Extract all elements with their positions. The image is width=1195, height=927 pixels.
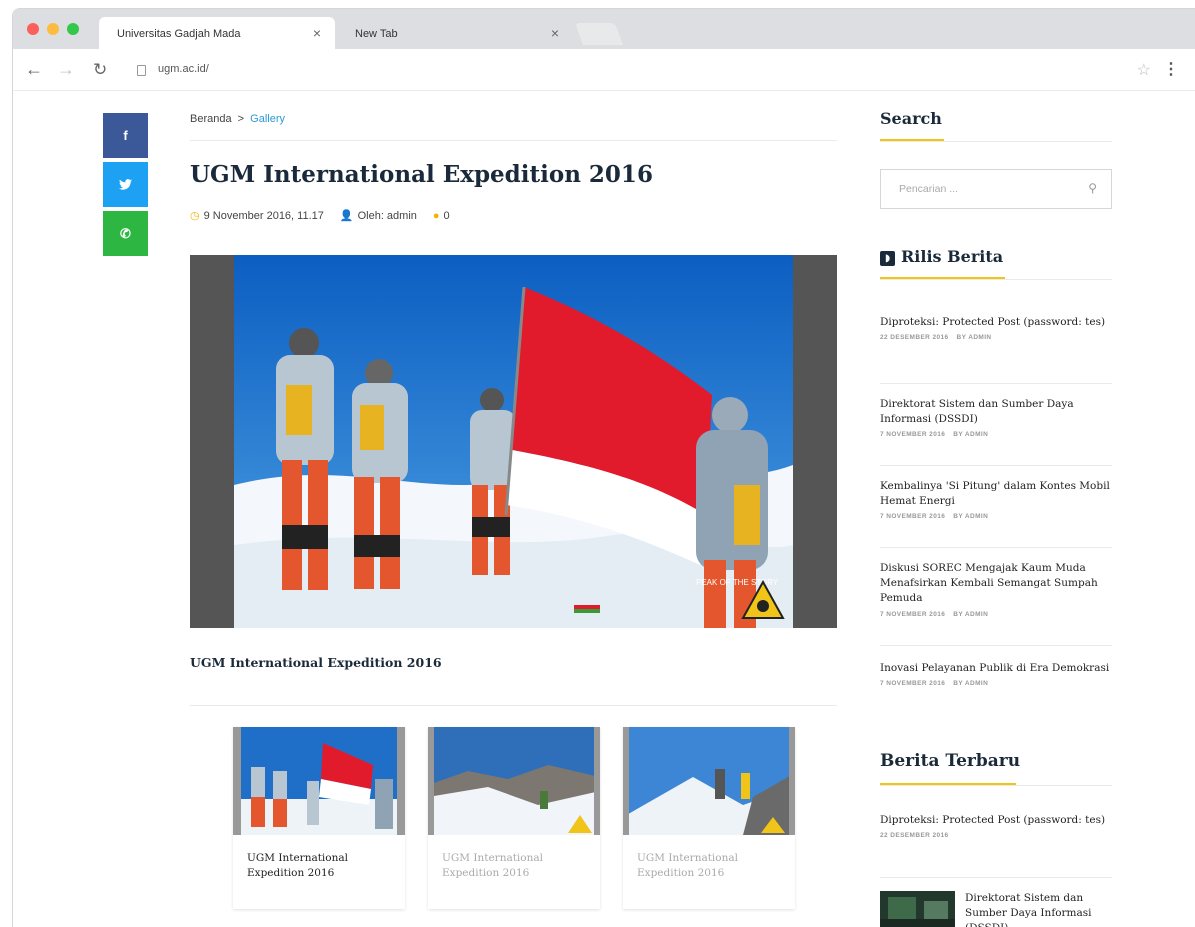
item-divider <box>880 383 1112 384</box>
browser-toolbar: ← → ↻ ugm.ac.id/ ☆ ⋮ <box>13 49 1195 91</box>
comments-meta: ● 0 <box>433 210 450 222</box>
item-divider <box>880 877 1112 878</box>
search-heading: Search <box>880 109 942 128</box>
maximize-window-button[interactable] <box>67 23 79 35</box>
article-author[interactable]: Oleh: admin <box>358 210 417 222</box>
twitter-icon <box>119 179 132 190</box>
thumbnail-image <box>623 727 795 835</box>
item-divider <box>880 465 1112 466</box>
author-meta: 👤 Oleh: admin <box>339 209 417 223</box>
thumbnail-caption: UGM International Expedition 2016 <box>247 852 348 880</box>
latest-title[interactable]: Diproteksi: Protected Post (password: te… <box>880 813 1112 828</box>
release-item[interactable]: Diproteksi: Protected Post (password: te… <box>880 315 1112 341</box>
expedition-photo-art: PEAK OF THE STORY <box>234 255 793 628</box>
release-title[interactable]: Kembalinya 'Si Pitung' dalam Kontes Mobi… <box>880 479 1112 509</box>
tab-title: New Tab <box>355 28 398 40</box>
search-input[interactable] <box>881 170 1081 208</box>
expedition-photo: PEAK OF THE STORY <box>234 255 793 628</box>
heading-divider <box>880 279 1112 280</box>
user-icon: 👤 <box>339 210 354 222</box>
heading-divider <box>880 141 1112 142</box>
forward-arrow-icon[interactable]: → <box>57 59 75 80</box>
tab-bar: Universitas Gadjah Mada × New Tab × <box>13 9 1195 49</box>
close-icon[interactable]: × <box>313 25 321 41</box>
caption-divider <box>190 705 837 706</box>
close-icon[interactable]: × <box>551 25 559 41</box>
release-meta: 7 NOVEMBER 2016 BY ADMIN <box>880 680 989 688</box>
breadcrumb: Beranda > Gallery <box>190 113 285 125</box>
breadcrumb-gallery-link[interactable]: Gallery <box>250 113 285 125</box>
image-caption: UGM International Expedition 2016 <box>190 655 442 670</box>
gallery-thumbnail[interactable]: UGM International Expedition 2016 <box>233 727 405 909</box>
logo-badge <box>741 580 785 619</box>
latest-item[interactable]: Diproteksi: Protected Post (password: te… <box>880 813 1112 839</box>
release-meta: 7 NOVEMBER 2016 BY ADMIN <box>880 431 989 439</box>
releases-heading-text: Rilis Berita <box>901 247 1004 266</box>
item-divider <box>880 645 1112 646</box>
breadcrumb-separator: > <box>237 113 245 125</box>
reload-icon[interactable]: ↻ <box>93 60 107 80</box>
article-date: 9 November 2016, 11.17 <box>203 209 324 222</box>
gallery-thumbnail[interactable]: UGM International Expedition 2016 <box>623 727 795 909</box>
latest-item-thumbnail[interactable] <box>880 891 955 927</box>
breadcrumb-divider <box>190 140 837 141</box>
close-window-button[interactable] <box>27 23 39 35</box>
facebook-icon: f <box>123 128 128 143</box>
search-icon[interactable]: ⚲ <box>1088 181 1097 195</box>
facebook-share-button[interactable]: f <box>103 113 148 158</box>
tab-title: Universitas Gadjah Mada <box>117 28 241 40</box>
comment-count[interactable]: 0 <box>444 210 450 222</box>
date-meta: ◷ 9 November 2016, 11.17 <box>190 209 324 223</box>
search-box: ⚲ <box>880 169 1112 209</box>
release-title[interactable]: Direktorat Sistem dan Sumber Daya Inform… <box>880 397 1112 427</box>
thumbnail-caption: UGM International Expedition 2016 <box>442 852 543 880</box>
release-meta: 22 DESEMBER 2016 BY ADMIN <box>880 334 992 342</box>
release-item[interactable]: Direktorat Sistem dan Sumber Daya Inform… <box>880 397 1112 438</box>
new-tab-button[interactable] <box>574 23 624 45</box>
thumbnail-caption: UGM International Expedition 2016 <box>637 852 738 880</box>
page-content: f ✆ Beranda > Gallery UGM International … <box>13 91 1195 927</box>
heading-divider <box>880 785 1112 786</box>
release-title[interactable]: Inovasi Pelayanan Publik di Era Demokras… <box>880 661 1112 676</box>
minimize-window-button[interactable] <box>47 23 59 35</box>
release-meta: 7 NOVEMBER 2016 BY ADMIN <box>880 610 989 618</box>
whatsapp-share-button[interactable]: ✆ <box>103 211 148 256</box>
rss-icon: ◗ <box>880 251 895 266</box>
item-divider <box>880 547 1112 548</box>
release-item[interactable]: Kembalinya 'Si Pitung' dalam Kontes Mobi… <box>880 479 1112 520</box>
whatsapp-icon: ✆ <box>120 225 131 241</box>
breadcrumb-home-link[interactable]: Beranda <box>190 113 232 125</box>
comment-icon: ● <box>432 209 440 222</box>
article-meta: ◷ 9 November 2016, 11.17 👤 Oleh: admin ●… <box>190 209 466 223</box>
tab-ugm[interactable]: Universitas Gadjah Mada × <box>99 17 335 49</box>
back-arrow-icon[interactable]: ← <box>25 59 43 80</box>
release-item[interactable]: Diskusi SOREC Mengajak Kaum Muda Menafsi… <box>880 561 1112 618</box>
tab-new-tab[interactable]: New Tab × <box>337 17 573 49</box>
release-meta: 7 NOVEMBER 2016 BY ADMIN <box>880 513 989 521</box>
release-title[interactable]: Diproteksi: Protected Post (password: te… <box>880 315 1112 330</box>
address-bar[interactable]: ugm.ac.id/ <box>158 63 209 75</box>
thumbnail-image <box>428 727 600 835</box>
release-title[interactable]: Diskusi SOREC Mengajak Kaum Muda Menafsi… <box>880 561 1112 607</box>
browser-window: Universitas Gadjah Mada × New Tab × ← → … <box>12 8 1195 927</box>
gallery-thumbnail[interactable]: UGM International Expedition 2016 <box>428 727 600 909</box>
latest-title[interactable]: Direktorat Sistem dan Sumber Daya Inform… <box>965 891 1113 927</box>
release-item[interactable]: Inovasi Pelayanan Publik di Era Demokras… <box>880 661 1112 687</box>
twitter-share-button[interactable] <box>103 162 148 207</box>
bookmark-star-icon[interactable]: ☆ <box>1137 60 1151 80</box>
latest-heading: Berita Terbaru <box>880 751 1021 771</box>
hero-image-frame[interactable]: PEAK OF THE STORY <box>190 255 837 628</box>
page-title: UGM International Expedition 2016 <box>190 161 653 188</box>
latest-date: 22 DESEMBER 2016 <box>880 832 949 840</box>
thumbnail-image <box>233 727 405 835</box>
clock-icon: ◷ <box>190 210 200 222</box>
releases-heading: ◗ Rilis Berita <box>880 247 1003 266</box>
browser-menu-icon[interactable]: ⋮ <box>1163 59 1179 79</box>
page-icon <box>137 65 146 76</box>
